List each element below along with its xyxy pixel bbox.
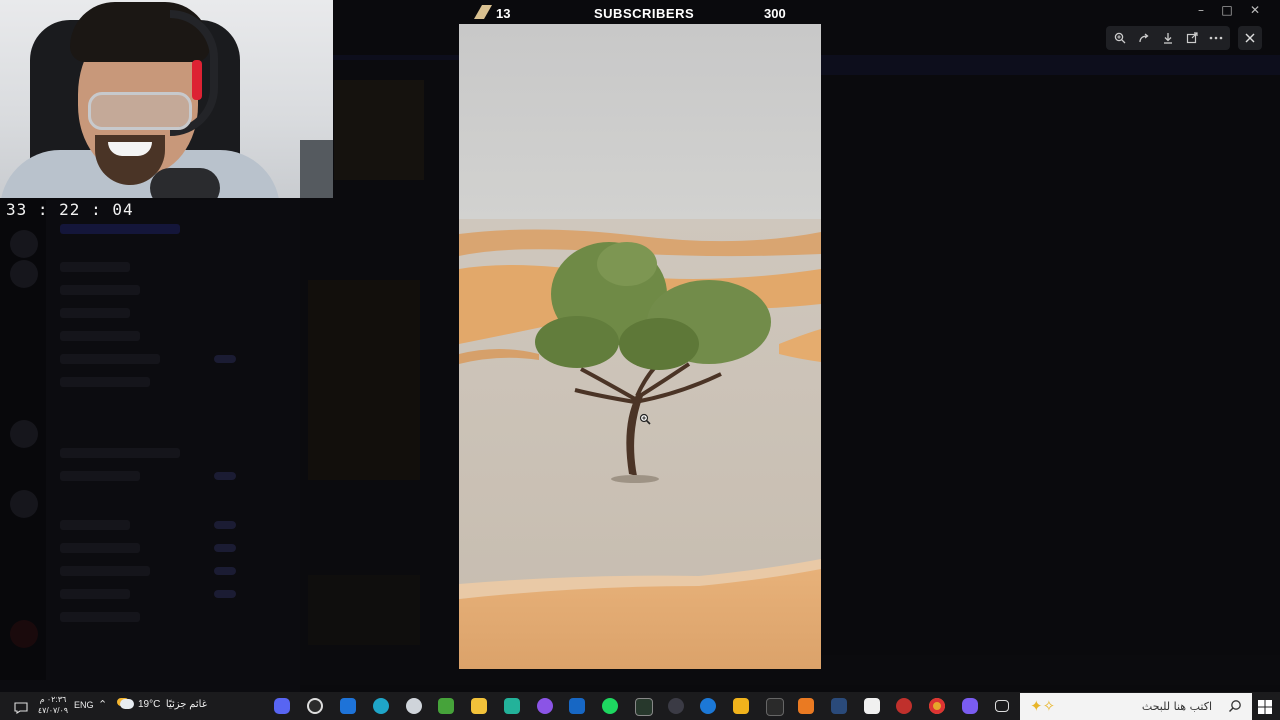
steam-app-icon[interactable] <box>831 698 847 714</box>
weather-text: غائم جزئيًا <box>165 699 207 710</box>
webcam-overlay <box>0 0 333 198</box>
background-badge <box>214 567 236 575</box>
subscriber-count: 13 <box>496 6 511 21</box>
taskbar-search[interactable]: ✦✧ اكتب هنا للبحث <box>1020 693 1252 720</box>
obs-app-icon[interactable] <box>307 698 323 714</box>
background-channel <box>60 520 130 530</box>
background-channel <box>60 471 140 481</box>
download-icon[interactable] <box>1158 28 1178 48</box>
glasses <box>88 92 192 130</box>
background-channel <box>60 262 130 272</box>
background-badge <box>214 355 236 363</box>
rockstar-app-icon[interactable] <box>733 698 749 714</box>
background-badge <box>214 544 236 552</box>
clock-date: ٤٧/٠٧/٠٩ <box>37 706 69 715</box>
maximize-icon[interactable]: □ <box>1220 3 1234 17</box>
image-viewer-toolbar <box>1106 26 1230 50</box>
background-badge <box>214 521 236 529</box>
background-server-list <box>0 200 46 680</box>
weather-temp: 19°C <box>138 699 161 710</box>
background-badge <box>214 472 236 480</box>
zoom-in-icon[interactable] <box>1110 28 1130 48</box>
search-icon <box>1229 700 1241 712</box>
chrome-app-icon[interactable] <box>929 698 945 714</box>
discord-app-icon[interactable] <box>274 698 290 714</box>
zoom-cursor-icon <box>639 410 651 425</box>
share-icon[interactable] <box>1134 28 1154 48</box>
background-channel <box>60 543 140 553</box>
background-channel <box>60 354 160 364</box>
background-channel <box>60 308 130 318</box>
stream-timer: 33 : 22 : 04 <box>6 200 134 219</box>
background-server-icon <box>10 420 38 448</box>
background-channel <box>60 589 130 599</box>
microphone <box>150 168 220 198</box>
chevron-up-icon[interactable]: ⌃ <box>98 698 107 711</box>
mail-app-icon[interactable] <box>340 698 356 714</box>
language-indicator[interactable]: ENG <box>74 700 94 710</box>
sparkle-icon: ✦✧ <box>1030 697 1056 715</box>
subscriber-label: SUBSCRIBERS <box>594 6 695 21</box>
more-icon[interactable] <box>1206 28 1226 48</box>
background-channel <box>60 566 150 576</box>
ticket-icon <box>474 5 492 19</box>
windows-start-icon[interactable] <box>1258 699 1274 715</box>
window-close-icon[interactable]: ✕ <box>1248 3 1262 17</box>
subscriber-counter: 13 SUBSCRIBERS 300 <box>468 3 828 23</box>
background-badge <box>214 590 236 598</box>
app-icon[interactable] <box>406 698 422 714</box>
app-icon[interactable] <box>896 698 912 714</box>
app-icon[interactable] <box>700 698 716 714</box>
background-channel-highlight <box>60 224 180 234</box>
close-icon <box>1245 33 1255 43</box>
background-server-icon <box>10 490 38 518</box>
file-explorer-icon[interactable] <box>471 698 487 714</box>
notification-icon[interactable] <box>14 699 28 715</box>
background-server-icon <box>10 620 38 648</box>
headphones-accent <box>192 60 202 100</box>
background-channel <box>60 612 140 622</box>
copilot-app-icon[interactable] <box>962 698 978 714</box>
app-icon[interactable] <box>864 698 880 714</box>
background-channel <box>60 331 140 341</box>
background-channel <box>60 377 150 387</box>
cloud-sun-icon <box>120 699 134 710</box>
taskbar-clock[interactable]: ٠٢:٣٦ م ٤٧/٠٧/٠٩ <box>34 694 72 716</box>
app-icon[interactable] <box>798 698 814 714</box>
app-icon[interactable] <box>668 698 684 714</box>
app-icon[interactable] <box>438 698 454 714</box>
task-view-icon[interactable] <box>995 700 1009 712</box>
app-icon[interactable] <box>537 698 553 714</box>
webcam-background-shelf <box>300 140 333 198</box>
clock-time: ٠٢:٣٦ م <box>39 695 67 704</box>
background-chat-image <box>308 280 420 480</box>
weather-widget[interactable]: 19°C غائم جزئيًا <box>120 699 207 710</box>
outlook-app-icon[interactable] <box>569 698 585 714</box>
background-channel <box>60 448 180 458</box>
background-chat-image <box>334 80 424 180</box>
window-controls: – □ ✕ <box>1180 0 1280 22</box>
open-external-icon[interactable] <box>1182 28 1202 48</box>
background-server-icon <box>10 230 38 258</box>
search-placeholder: اكتب هنا للبحث <box>1141 700 1212 713</box>
background-channel <box>60 285 140 295</box>
background-chat-image <box>308 575 420 645</box>
edge-app-icon[interactable] <box>373 698 389 714</box>
background-server-icon <box>10 260 38 288</box>
minimize-icon[interactable]: – <box>1194 3 1208 17</box>
viewer-close-button[interactable] <box>1238 26 1262 50</box>
desert-tree-photo <box>459 24 821 669</box>
app-icon[interactable] <box>504 698 520 714</box>
subscriber-goal: 300 <box>764 6 786 21</box>
opened-image[interactable] <box>459 24 821 669</box>
epic-games-app-icon[interactable] <box>766 698 784 716</box>
spotify-app-icon[interactable] <box>602 698 618 714</box>
app-icon[interactable] <box>635 698 653 716</box>
